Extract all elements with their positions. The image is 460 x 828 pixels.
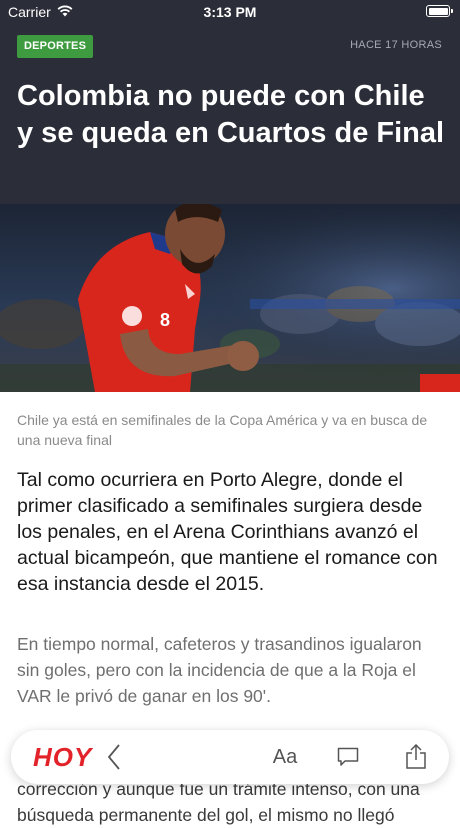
share-icon[interactable] bbox=[402, 730, 430, 784]
chevron-left-icon[interactable] bbox=[101, 730, 127, 784]
article-title: Colombia no puede con Chile y se queda e… bbox=[17, 80, 445, 149]
category-badge[interactable]: DEPORTES bbox=[17, 35, 94, 58]
bottom-toolbar: HOY Aa bbox=[11, 730, 449, 784]
article-header: DEPORTES HACE 17 HORAS Colombia no puede… bbox=[0, 24, 460, 204]
article-lead: Tal como ocurriera en Porto Alegre, dond… bbox=[17, 469, 438, 595]
battery-icon bbox=[426, 5, 453, 17]
article-paragraph: En tiempo normal, cafeteros y trasandino… bbox=[17, 634, 422, 706]
svg-text:8: 8 bbox=[160, 310, 170, 330]
font-size-button[interactable]: Aa bbox=[267, 730, 303, 784]
hoy-logo[interactable]: HOY bbox=[33, 742, 92, 773]
hero-image: 8 bbox=[0, 204, 460, 392]
article-timestamp: HACE 17 HORAS bbox=[350, 39, 442, 51]
image-caption: Chile ya está en semifinales de la Copa … bbox=[17, 412, 428, 448]
status-bar: Carrier 3:13 PM bbox=[0, 0, 460, 24]
comment-icon[interactable] bbox=[334, 730, 362, 784]
clock: 3:13 PM bbox=[203, 4, 257, 20]
